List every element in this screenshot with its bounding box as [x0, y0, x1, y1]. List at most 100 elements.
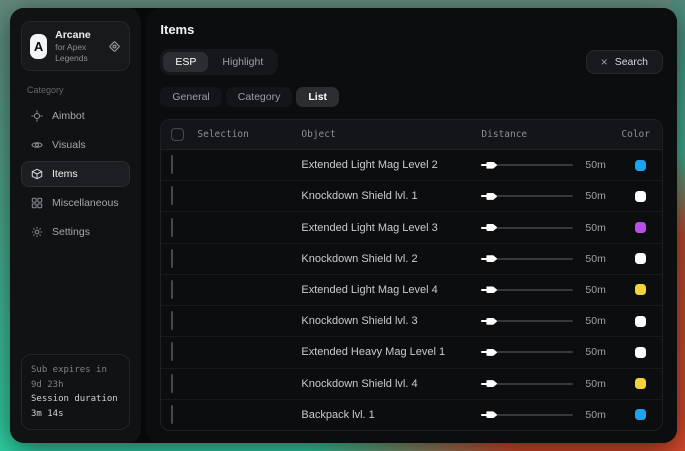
- object-name: Extended Light Mag Level 4: [301, 284, 481, 296]
- slider-thumb[interactable]: [486, 224, 497, 231]
- table-row: Extended Light Mag Level 4 50m: [161, 275, 662, 306]
- distance-slider[interactable]: [481, 222, 573, 234]
- color-swatch[interactable]: [635, 191, 646, 202]
- slider-thumb[interactable]: [486, 162, 497, 169]
- distance-slider[interactable]: [481, 253, 573, 265]
- sub-expires-text: Sub expires in 9d 23h: [31, 363, 120, 392]
- table-row: Backpack lvl. 1 50m: [161, 400, 662, 430]
- distance-slider[interactable]: [481, 346, 573, 358]
- slider-thumb[interactable]: [486, 255, 497, 262]
- column-header-selection: Selection: [197, 129, 248, 140]
- tab-list[interactable]: List: [296, 87, 339, 107]
- sidebar-item-miscellaneous[interactable]: Miscellaneous: [21, 190, 130, 216]
- mode-tab-group: ESPHighlight: [160, 49, 278, 75]
- row-checkbox[interactable]: [171, 218, 173, 237]
- sidebar-item-aimbot[interactable]: Aimbot: [21, 103, 130, 129]
- slider-thumb[interactable]: [486, 380, 497, 387]
- app-subtitle: for Apex Legends: [55, 42, 100, 63]
- row-checkbox[interactable]: [171, 155, 173, 174]
- table-body: Extended Light Mag Level 2 50m Knockdown…: [161, 150, 662, 430]
- table-row: Knockdown Shield lvl. 3 50m: [161, 306, 662, 337]
- eye-icon: [31, 139, 43, 151]
- table-header: Selection Object Distance Color: [161, 120, 662, 150]
- slider-thumb[interactable]: [486, 286, 497, 293]
- gear-icon: [31, 226, 43, 238]
- color-swatch[interactable]: [635, 347, 646, 358]
- gem-icon[interactable]: [108, 40, 121, 53]
- row-checkbox[interactable]: [171, 405, 173, 424]
- tab-category[interactable]: Category: [226, 87, 293, 107]
- table-row: Knockdown Shield lvl. 4 50m: [161, 369, 662, 400]
- distance-value: 50m: [585, 159, 605, 171]
- category-label: Category: [27, 85, 124, 95]
- distance-slider[interactable]: [481, 409, 573, 421]
- row-checkbox[interactable]: [171, 280, 173, 299]
- items-table: Selection Object Distance Color Extended…: [160, 119, 663, 431]
- sidebar-nav: Aimbot Visuals Items Miscellaneous Setti…: [21, 103, 130, 245]
- brand-text: Arcane for Apex Legends: [55, 29, 100, 63]
- search-button-label: Search: [615, 56, 648, 68]
- distance-slider[interactable]: [481, 190, 573, 202]
- row-checkbox[interactable]: [171, 374, 173, 393]
- column-header-distance: Distance: [481, 129, 621, 140]
- column-header-object: Object: [301, 129, 481, 140]
- tab-highlight[interactable]: Highlight: [210, 52, 275, 72]
- object-name: Extended Light Mag Level 2: [301, 159, 481, 171]
- sidebar-item-items[interactable]: Items: [21, 161, 130, 187]
- color-swatch[interactable]: [635, 160, 646, 171]
- app-logo: A: [30, 34, 47, 59]
- distance-value: 50m: [585, 409, 605, 421]
- slider-thumb[interactable]: [486, 318, 497, 325]
- select-all-checkbox[interactable]: [171, 128, 184, 141]
- distance-slider[interactable]: [481, 315, 573, 327]
- color-swatch[interactable]: [635, 284, 646, 295]
- subscription-info-box: Sub expires in 9d 23h Session duration 3…: [21, 354, 130, 430]
- distance-slider[interactable]: [481, 284, 573, 296]
- view-tab-group: GeneralCategoryList: [160, 87, 663, 107]
- slider-thumb[interactable]: [486, 411, 497, 418]
- color-swatch[interactable]: [635, 316, 646, 327]
- slider-thumb[interactable]: [486, 193, 497, 200]
- table-row: Knockdown Shield lvl. 1 50m: [161, 181, 662, 212]
- main-panel: Items ESPHighlight × Search GeneralCateg…: [146, 8, 677, 443]
- slider-thumb[interactable]: [486, 349, 497, 356]
- tab-esp[interactable]: ESP: [163, 52, 208, 72]
- table-row: Knockdown Shield lvl. 2 50m: [161, 244, 662, 275]
- sidebar-item-visuals[interactable]: Visuals: [21, 132, 130, 158]
- x-icon: ×: [601, 56, 608, 68]
- grid-icon: [31, 197, 43, 209]
- search-button[interactable]: × Search: [586, 50, 663, 74]
- row-checkbox[interactable]: [171, 249, 173, 268]
- box-icon: [31, 168, 43, 180]
- object-name: Knockdown Shield lvl. 4: [301, 378, 481, 390]
- object-name: Knockdown Shield lvl. 2: [301, 253, 481, 265]
- app-brand: A Arcane for Apex Legends: [21, 21, 130, 71]
- distance-value: 50m: [585, 253, 605, 265]
- app-name: Arcane: [55, 29, 100, 42]
- table-row: Extended Light Mag Level 3 50m: [161, 212, 662, 243]
- distance-slider[interactable]: [481, 159, 573, 171]
- table-row: Extended Heavy Mag Level 1 50m: [161, 337, 662, 368]
- crosshair-icon: [31, 110, 43, 122]
- sidebar-item-settings[interactable]: Settings: [21, 219, 130, 245]
- distance-slider[interactable]: [481, 378, 573, 390]
- color-swatch[interactable]: [635, 378, 646, 389]
- sidebar-item-label: Items: [52, 168, 78, 180]
- color-swatch[interactable]: [635, 253, 646, 264]
- sidebar-item-label: Settings: [52, 226, 90, 238]
- sidebar: A Arcane for Apex Legends Category Aimbo…: [10, 8, 141, 443]
- color-swatch[interactable]: [635, 409, 646, 420]
- tab-general[interactable]: General: [160, 87, 221, 107]
- sidebar-item-label: Aimbot: [52, 110, 85, 122]
- distance-value: 50m: [585, 378, 605, 390]
- row-checkbox[interactable]: [171, 186, 173, 205]
- object-name: Knockdown Shield lvl. 1: [301, 190, 481, 202]
- header-row: ESPHighlight × Search: [160, 49, 663, 75]
- distance-value: 50m: [585, 222, 605, 234]
- color-swatch[interactable]: [635, 222, 646, 233]
- row-checkbox[interactable]: [171, 342, 173, 361]
- table-row: Extended Light Mag Level 2 50m: [161, 150, 662, 181]
- distance-value: 50m: [585, 190, 605, 202]
- distance-value: 50m: [585, 315, 605, 327]
- row-checkbox[interactable]: [171, 311, 173, 330]
